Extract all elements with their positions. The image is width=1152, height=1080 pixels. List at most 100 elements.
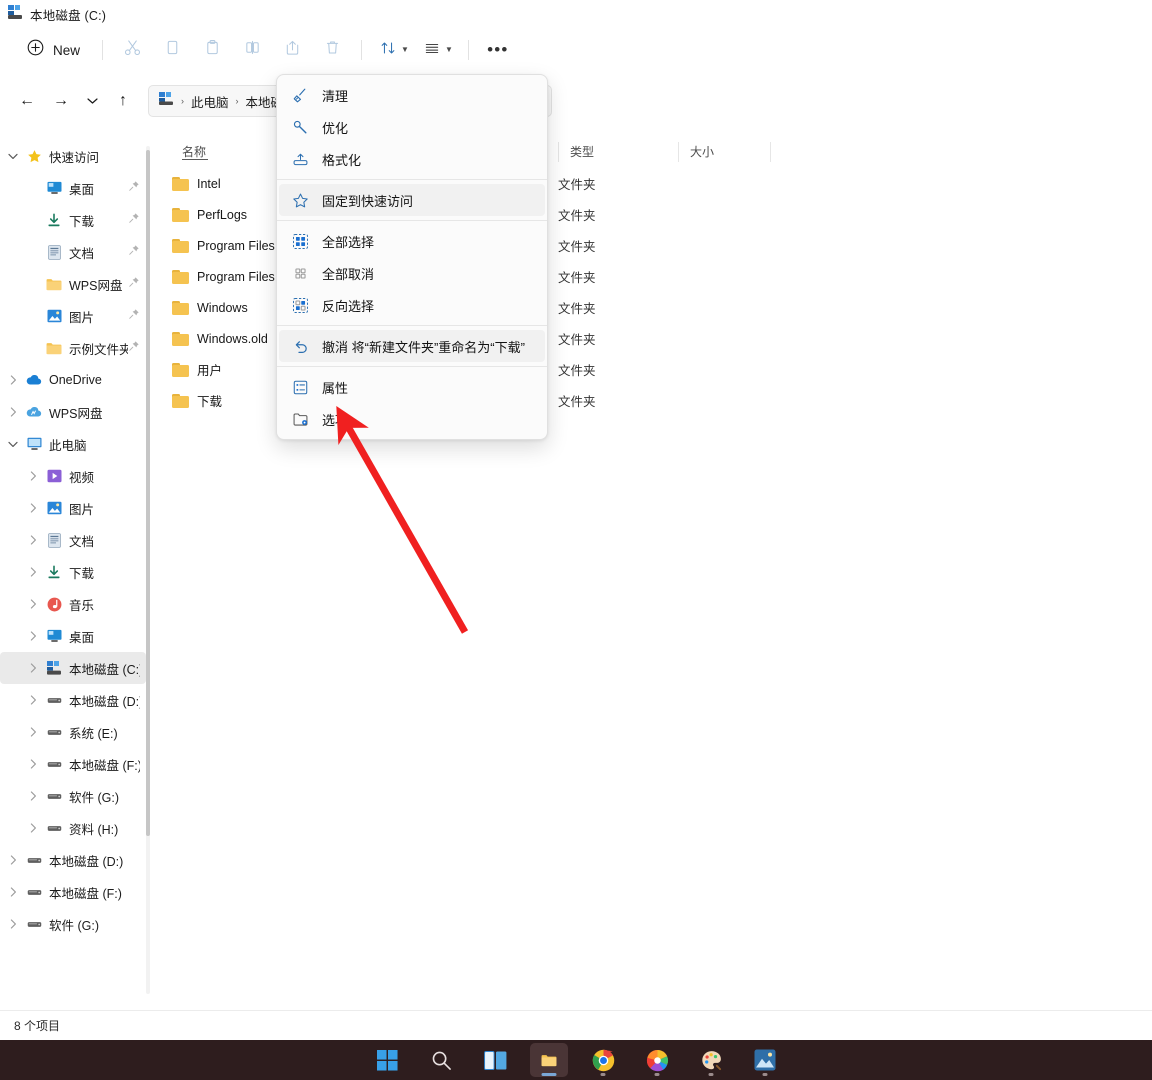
taskbar[interactable] bbox=[0, 1040, 1152, 1080]
menu-item-1[interactable]: 优化 bbox=[279, 111, 545, 143]
select-none-icon bbox=[292, 265, 309, 282]
chevron-right-icon[interactable] bbox=[22, 791, 44, 801]
photos-button[interactable] bbox=[746, 1043, 784, 1077]
context-menu[interactable]: 清理优化格式化固定到快速访问全部选择全部取消反向选择撤消 将“新建文件夹”重命名… bbox=[276, 74, 548, 440]
sidebar-item-19[interactable]: 本地磁盘 (F:) bbox=[0, 748, 146, 780]
start-button[interactable] bbox=[368, 1043, 406, 1077]
pin-icon[interactable] bbox=[128, 275, 140, 293]
up-button[interactable]: ↑ bbox=[106, 85, 140, 117]
paint-button[interactable] bbox=[692, 1043, 730, 1077]
cloud-icon bbox=[24, 374, 44, 386]
column-divider[interactable] bbox=[678, 142, 679, 162]
sidebar-item-21[interactable]: 资料 (H:) bbox=[0, 812, 146, 844]
sidebar-item-6[interactable]: 示例文件夹 bbox=[0, 332, 146, 364]
chevron-right-icon[interactable] bbox=[22, 695, 44, 705]
sidebar-item-12[interactable]: 文档 bbox=[0, 524, 146, 556]
paste-button[interactable] bbox=[192, 34, 232, 66]
sidebar-item-9[interactable]: 此电脑 bbox=[0, 428, 146, 460]
recent-locations-button[interactable] bbox=[78, 85, 106, 117]
search-button[interactable] bbox=[422, 1043, 460, 1077]
menu-item-0[interactable]: 清理 bbox=[279, 79, 545, 111]
sidebar-item-22[interactable]: 本地磁盘 (D:) bbox=[0, 844, 146, 876]
column-divider[interactable] bbox=[558, 142, 559, 162]
sidebar-item-8[interactable]: WPS网盘 bbox=[0, 396, 146, 428]
pin-icon[interactable] bbox=[128, 243, 140, 261]
sidebar-item-4[interactable]: WPS网盘 bbox=[0, 268, 146, 300]
navigation-bar: ← → ↑ › 此电脑 › 本地磁 bbox=[0, 72, 1152, 130]
chevron-down-icon[interactable] bbox=[2, 441, 24, 448]
copy-button[interactable] bbox=[152, 34, 192, 66]
picture-icon bbox=[44, 309, 64, 323]
menu-item-6[interactable]: 反向选择 bbox=[279, 289, 545, 321]
chrome-button[interactable] bbox=[584, 1043, 622, 1077]
sidebar-item-15[interactable]: 桌面 bbox=[0, 620, 146, 652]
sidebar-item-16[interactable]: 本地磁盘 (C:) bbox=[0, 652, 146, 684]
menu-item-5[interactable]: 全部取消 bbox=[279, 257, 545, 289]
menu-item-8[interactable]: 属性 bbox=[279, 371, 545, 403]
menu-item-7[interactable]: 撤消 将“新建文件夹”重命名为“下载” bbox=[279, 330, 545, 362]
new-button[interactable]: New bbox=[18, 34, 93, 66]
sidebar-item-23[interactable]: 本地磁盘 (F:) bbox=[0, 876, 146, 908]
sidebar-item-2[interactable]: 下载 bbox=[0, 204, 146, 236]
column-divider[interactable] bbox=[770, 142, 771, 162]
menu-item-3[interactable]: 固定到快速访问 bbox=[279, 184, 545, 216]
sidebar-item-0[interactable]: 快速访问 bbox=[0, 140, 146, 172]
chevron-right-icon[interactable] bbox=[22, 663, 44, 673]
chevron-right-icon[interactable] bbox=[22, 599, 44, 609]
sidebar-item-5[interactable]: 图片 bbox=[0, 300, 146, 332]
file-explorer-button[interactable] bbox=[530, 1043, 568, 1077]
menu-item-4[interactable]: 全部选择 bbox=[279, 225, 545, 257]
share-button[interactable] bbox=[272, 34, 312, 66]
pin-icon[interactable] bbox=[128, 211, 140, 229]
chevron-right-icon[interactable] bbox=[22, 631, 44, 641]
delete-button[interactable] bbox=[312, 34, 352, 66]
sidebar-item-13[interactable]: 下载 bbox=[0, 556, 146, 588]
chevron-right-icon[interactable] bbox=[22, 471, 44, 481]
more-button[interactable]: ••• bbox=[478, 34, 518, 66]
column-header-2[interactable]: 大小 bbox=[678, 136, 758, 166]
back-button[interactable]: ← bbox=[10, 85, 44, 117]
breadcrumb-item-this-pc[interactable]: 此电脑 bbox=[191, 92, 229, 111]
chevron-right-icon[interactable] bbox=[2, 375, 24, 385]
sort-button[interactable]: ▼ bbox=[371, 34, 415, 66]
chevron-right-icon[interactable] bbox=[22, 503, 44, 513]
menu-item-2[interactable]: 格式化 bbox=[279, 143, 545, 175]
chevron-right-icon[interactable] bbox=[22, 759, 44, 769]
sidebar-item-10[interactable]: 视频 bbox=[0, 460, 146, 492]
navigation-pane[interactable]: 快速访问桌面下载文档WPS网盘图片示例文件夹OneDriveWPS网盘此电脑视频… bbox=[0, 140, 148, 1010]
sidebar-item-18[interactable]: 系统 (E:) bbox=[0, 716, 146, 748]
chevron-right-icon[interactable] bbox=[2, 919, 24, 929]
column-header-1[interactable]: 类型 bbox=[558, 136, 678, 166]
sidebar-item-3[interactable]: 文档 bbox=[0, 236, 146, 268]
pin-icon[interactable] bbox=[128, 307, 140, 325]
sidebar-item-11[interactable]: 图片 bbox=[0, 492, 146, 524]
chevron-right-icon[interactable] bbox=[22, 567, 44, 577]
sidebar-item-17[interactable]: 本地磁盘 (D:) bbox=[0, 684, 146, 716]
sidebar-item-1[interactable]: 桌面 bbox=[0, 172, 146, 204]
sidebar-item-7[interactable]: OneDrive bbox=[0, 364, 146, 396]
chevron-right-icon[interactable] bbox=[2, 407, 24, 417]
menu-item-9[interactable]: 选项 bbox=[279, 403, 545, 435]
chevron-right-icon[interactable] bbox=[22, 535, 44, 545]
chevron-down-icon[interactable] bbox=[2, 153, 24, 160]
cut-button[interactable] bbox=[112, 34, 152, 66]
select-none-icon bbox=[291, 265, 309, 282]
sidebar-scrollbar-thumb[interactable] bbox=[146, 150, 150, 836]
task-view-button[interactable] bbox=[476, 1043, 514, 1077]
view-button[interactable]: ▼ bbox=[415, 34, 459, 66]
chevron-right-icon[interactable] bbox=[22, 823, 44, 833]
rename-button[interactable] bbox=[232, 34, 272, 66]
pin-icon[interactable] bbox=[128, 179, 140, 197]
chevron-right-icon[interactable] bbox=[2, 887, 24, 897]
sidebar-item-24[interactable]: 软件 (G:) bbox=[0, 908, 146, 940]
forward-button[interactable]: → bbox=[44, 85, 78, 117]
sidebar-item-label: 下载 bbox=[69, 211, 94, 230]
sidebar-item-14[interactable]: 音乐 bbox=[0, 588, 146, 620]
document-icon bbox=[48, 245, 61, 260]
pin-icon[interactable] bbox=[128, 339, 140, 357]
chevron-right-icon[interactable] bbox=[2, 855, 24, 865]
chevron-right-icon[interactable] bbox=[22, 727, 44, 737]
browser-button[interactable] bbox=[638, 1043, 676, 1077]
sidebar-item-20[interactable]: 软件 (G:) bbox=[0, 780, 146, 812]
taskbar-running-indicator bbox=[763, 1073, 768, 1076]
